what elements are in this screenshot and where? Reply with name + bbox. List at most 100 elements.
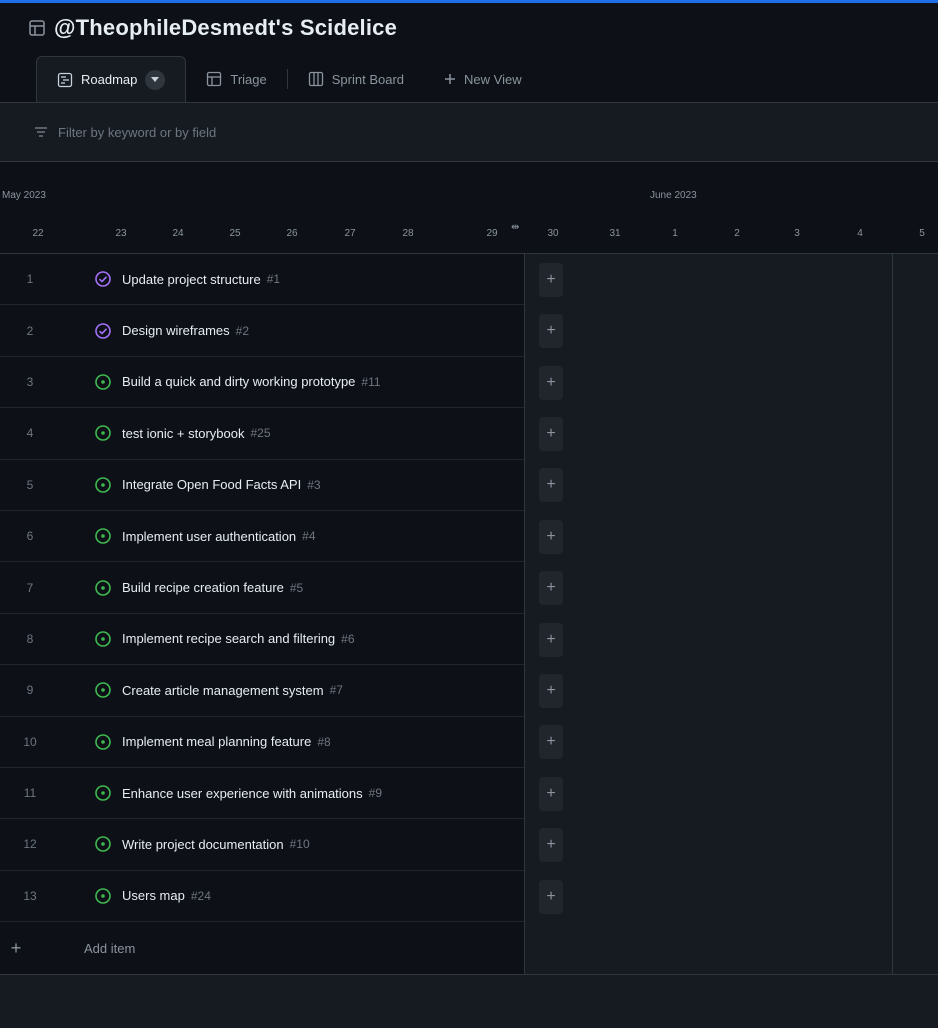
- issue-open-icon: [95, 579, 111, 596]
- item-title[interactable]: Design wireframes: [122, 323, 230, 338]
- add-date-button[interactable]: +: [539, 416, 563, 451]
- add-date-button[interactable]: +: [539, 725, 563, 760]
- item-title[interactable]: Create article management system: [122, 683, 324, 698]
- item-title[interactable]: Update project structure: [122, 272, 261, 287]
- new-view-label: New View: [464, 71, 522, 87]
- table-row[interactable]: 12 Write project documentation #10: [0, 819, 524, 871]
- table-row[interactable]: 5 Integrate Open Food Facts API #3: [0, 460, 524, 511]
- day-label: 3: [794, 228, 800, 239]
- filter-bar: [0, 102, 938, 162]
- day-label: 25: [229, 228, 241, 239]
- row-number: 4: [26, 426, 34, 441]
- tab-options-button[interactable]: [145, 69, 166, 90]
- day-label: 5: [919, 228, 925, 239]
- issue-open-icon: [95, 733, 111, 750]
- issue-closed-icon: [95, 271, 111, 287]
- day-label: 2: [734, 228, 740, 239]
- add-item-row[interactable]: + Add item: [0, 922, 524, 977]
- table-row[interactable]: 2 Design wireframes #2: [0, 305, 524, 357]
- filter-input[interactable]: [56, 123, 560, 141]
- table-row[interactable]: 10 Implement meal planning feature #8: [0, 717, 524, 768]
- add-date-button[interactable]: +: [539, 776, 563, 811]
- row-number: 13: [23, 888, 37, 903]
- issue-number: #4: [302, 529, 316, 544]
- day-label: 24: [172, 228, 184, 239]
- day-label: 30: [547, 228, 559, 239]
- project-header: @TheophileDesmedt's Scidelice: [28, 8, 397, 48]
- add-date-button[interactable]: +: [539, 879, 563, 914]
- issue-number: #6: [341, 631, 355, 646]
- day-label: 23: [115, 228, 127, 239]
- tab-sprint-board-label: Sprint Board: [331, 71, 405, 87]
- day-label: 1: [672, 228, 678, 239]
- add-date-button[interactable]: +: [539, 468, 563, 503]
- item-title[interactable]: Build recipe creation feature: [122, 580, 284, 595]
- day-label: 31: [609, 228, 621, 239]
- filter-icon: [35, 127, 47, 137]
- tab-roadmap[interactable]: Roadmap: [36, 56, 187, 102]
- table-row[interactable]: 3 Build a quick and dirty working prototy…: [0, 357, 524, 409]
- item-title[interactable]: Users map: [122, 888, 185, 903]
- timeline-header: May 2023 June 2023 22 23 24 25 26 27 28 …: [0, 162, 938, 254]
- add-date-button[interactable]: +: [539, 571, 563, 606]
- table-row[interactable]: 13 Users map #24: [0, 871, 524, 923]
- add-date-button[interactable]: +: [539, 262, 563, 297]
- add-date-button[interactable]: +: [539, 828, 563, 863]
- tab-triage-label: Triage: [230, 71, 267, 87]
- item-list: 1 Update project structure #1 2 Design wiref…: [0, 254, 524, 977]
- item-title[interactable]: Implement recipe search and filtering: [122, 631, 335, 646]
- tab-triage[interactable]: Triage: [186, 56, 286, 102]
- issue-open-icon: [95, 374, 111, 390]
- table-icon: [207, 71, 222, 87]
- page-title: @TheophileDesmedt's Scidelice: [54, 15, 398, 40]
- table-row[interactable]: 8 Implement recipe search and filtering #6: [0, 614, 524, 666]
- split-handle-icon[interactable]: ⇹: [511, 222, 519, 233]
- item-title[interactable]: Write project documentation: [122, 837, 284, 852]
- item-title[interactable]: Implement user authentication: [122, 529, 296, 544]
- row-number: 2: [26, 323, 34, 338]
- footer-bar: [0, 974, 938, 1028]
- new-view-button[interactable]: New View: [424, 56, 542, 102]
- item-title[interactable]: Build a quick and dirty working prototyp…: [122, 374, 355, 389]
- table-row[interactable]: 9 Create article management system #7: [0, 665, 524, 717]
- item-title[interactable]: test ionic + storybook: [122, 426, 244, 441]
- tab-sprint-board[interactable]: Sprint Board: [288, 56, 424, 102]
- table-row[interactable]: 6 Implement user authentication #4: [0, 511, 524, 563]
- issue-number: #7: [329, 683, 343, 698]
- roadmap-icon: [57, 72, 73, 87]
- add-date-button[interactable]: +: [539, 314, 563, 349]
- add-date-button[interactable]: +: [539, 519, 563, 554]
- row-number: 3: [26, 374, 34, 389]
- issue-number: #9: [368, 786, 382, 801]
- day-label: 4: [857, 228, 863, 239]
- issue-number: #25: [250, 426, 271, 441]
- item-title[interactable]: Enhance user experience with animations: [122, 786, 363, 801]
- project-table-icon: [29, 20, 45, 36]
- tab-roadmap-label: Roadmap: [81, 72, 138, 87]
- timeline-chart-area: + + + + + + + + + + + + +: [524, 254, 938, 974]
- month-label: June 2023: [650, 190, 697, 201]
- table-row[interactable]: 1 Update project structure #1: [0, 254, 524, 306]
- issue-number: #10: [289, 837, 310, 852]
- issue-open-icon: [95, 631, 111, 647]
- board-icon: [308, 71, 323, 87]
- row-number: 5: [26, 477, 34, 492]
- row-number: 1: [26, 272, 34, 287]
- issue-number: #5: [289, 580, 304, 595]
- table-row[interactable]: 4 test ionic + storybook #25: [0, 408, 524, 460]
- item-title[interactable]: Integrate Open Food Facts API: [122, 477, 301, 492]
- add-date-button[interactable]: +: [539, 673, 563, 708]
- table-row[interactable]: 7 Build recipe creation feature #5: [0, 562, 524, 614]
- add-date-button[interactable]: +: [539, 622, 563, 657]
- issue-open-icon: [95, 528, 111, 544]
- day-label: 28: [402, 228, 414, 239]
- row-number: 8: [26, 631, 34, 646]
- row-number: 10: [23, 734, 37, 749]
- day-label: 29: [486, 228, 498, 239]
- view-tabs: Roadmap Triage Sprint Board New View: [36, 56, 938, 102]
- today-marker-line: [892, 254, 893, 974]
- add-item-label: Add item: [84, 941, 136, 957]
- add-date-button[interactable]: +: [539, 365, 563, 400]
- table-row[interactable]: 11 Enhance user experience with animation…: [0, 768, 524, 820]
- item-title[interactable]: Implement meal planning feature: [122, 734, 311, 749]
